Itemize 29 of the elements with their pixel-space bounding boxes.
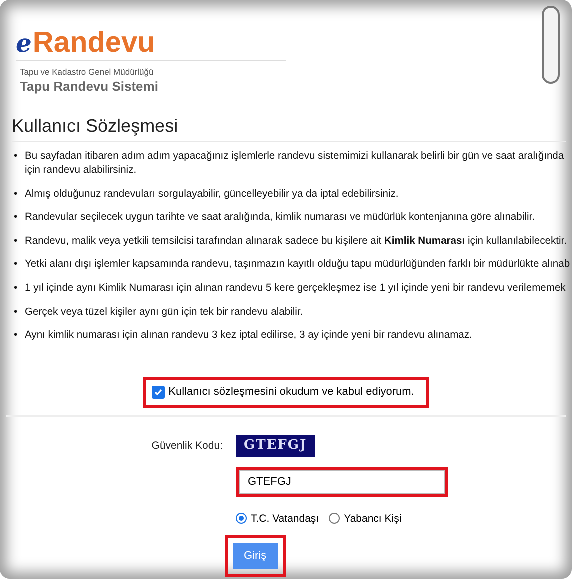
term-text: Randevular seçilecek uygun tarihte ve saat aralığında, kimlik numarası ve müdürlük kontenjanına göre alınabilir. <box>25 211 535 226</box>
term-text: 1 yıl içinde aynı Kimlik Numarası için alınan randevu 5 kere gerçekleşmez ise 1 yıl içinde yeni bir randevu verilememek <box>25 282 566 296</box>
bullet: • <box>14 329 19 344</box>
term-text: Randevu, malik veya yetkili temsilcisi tarafından alınarak sadece bu kişilere ait Kimlik Numarası için kullanılabilecektir. <box>25 234 567 249</box>
bullet: • <box>14 211 19 226</box>
logo-text: Randevu <box>32 28 156 58</box>
scrollbar-thumb[interactable] <box>542 6 560 84</box>
checkmark-icon <box>154 388 163 397</box>
system-name: Tapu Randevu Sistemi <box>20 79 160 94</box>
bullet: • <box>14 282 19 296</box>
term-text: Aynı kimlik numarası için alınan randevu 3 kez iptal edilirse, 3 ay içinde yeni bir randevu alınamaz. <box>25 329 472 344</box>
citizenship-radio[interactable]: T.C. Vatandaşı <box>236 512 320 525</box>
term-text: Gerçek veya tüzel kişiler aynı gün için tek bir randevu alabilir. <box>25 306 304 320</box>
bullet: • <box>14 150 19 164</box>
bullet: • <box>14 306 19 320</box>
term-text: Yetki alanı dışı işlemler kapsamında randevu, taşınmazın kayıtlı olduğu tapu müdürlüğünden farklı bir müdürlükte alınab <box>25 258 570 272</box>
bullet: • <box>14 234 19 249</box>
term-text: Almış olduğunuz randevuları sorgulayabilir, güncelleyebilir ya da iptal edebilirsiniz. <box>25 188 399 202</box>
bullet: • <box>14 258 19 272</box>
bullet: • <box>14 188 19 202</box>
agreement-checkbox[interactable]: Kullanıcı sözleşmesini okudum ve kabul ediyorum. <box>142 376 430 408</box>
logo-letter: e <box>16 29 32 58</box>
captcha-image: GTEFGJ <box>236 434 316 457</box>
security-code-label: Güvenlik Kodu: <box>152 440 223 452</box>
citizenship-radio[interactable]: Yabancı Kişi <box>329 512 402 525</box>
page-heading: Kullanıcı Sözleşmesi <box>12 116 566 142</box>
term-text: Bu sayfadan itibaren adım adım yapacağınız işlemlerle randevu sistemimizi kullanarak belirli bir gün ve saat aralığında için randevu alabilirsiniz. <box>25 150 564 178</box>
organization-name: Tapu ve Kadastro Genel Müdürlüğü <box>20 67 155 77</box>
security-code-field[interactable]: GTEFGJ <box>236 466 448 497</box>
